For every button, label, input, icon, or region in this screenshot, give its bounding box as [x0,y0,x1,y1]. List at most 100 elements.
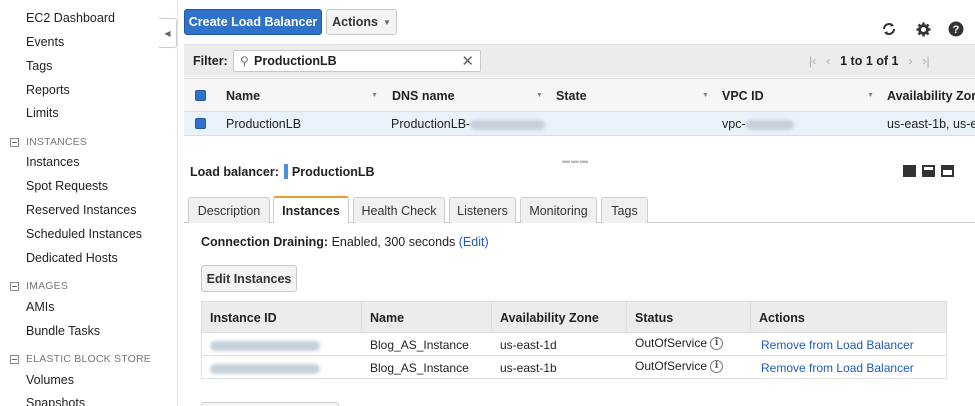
actions-dropdown[interactable]: Actions ▼ [326,9,397,35]
column-separator [750,302,751,334]
details-title-key: Load balancer: [190,164,279,179]
filter-label: Filter: [193,54,228,68]
vpc-prefix: vpc- [722,117,746,131]
sidebar-section-images[interactable]: IMAGES [10,280,68,292]
last-page-icon[interactable]: ›| [922,54,929,68]
connection-draining-label: Connection Draining: [201,235,329,249]
redacted-text [210,340,320,351]
tab-instances[interactable]: Instances [273,196,349,223]
tab-health-check[interactable]: Health Check [353,197,445,223]
details-title: Load balancer: ProductionLB [190,164,375,179]
sort-icon[interactable]: ▼ [702,92,709,99]
column-header-name[interactable]: Name [226,89,260,103]
cell-instance-id [210,361,320,375]
sidebar-section-ebs[interactable]: ELASTIC BLOCK STORE [10,353,151,365]
collapse-toggle-icon[interactable] [10,354,19,364]
edit-connection-draining-link[interactable]: (Edit) [459,235,489,249]
edit-instances-button[interactable]: Edit Instances [201,265,297,292]
cell-vpc-id: vpc- [722,117,794,131]
tab-monitoring[interactable]: Monitoring [520,197,597,223]
tab-tags[interactable]: Tags [601,197,648,223]
select-all-checkbox[interactable] [195,90,206,101]
cell-zone: us-east-1d [500,338,557,352]
create-load-balancer-button[interactable]: Create Load Balancer [184,9,322,35]
cell-instance-id [210,338,320,352]
dns-prefix: ProductionLB- [391,117,471,131]
sidebar-item-volumes[interactable]: Volumes [26,373,74,387]
table-row: Blog_AS_Instance us-east-1b OutOfService… [201,356,947,379]
pagination: |‹ ‹ 1 to 1 of 1 › ›| [804,54,935,68]
column-header-dns-name[interactable]: DNS name [392,89,455,103]
column-header-instance-id: Instance ID [210,311,277,325]
info-icon[interactable]: i [710,360,724,374]
cell-name: Blog_AS_Instance [370,338,469,352]
tab-description[interactable]: Description [188,197,270,223]
load-balancer-table-header: Name ▼ DNS name ▼ State ▼ VPC ID ▼ Avail… [184,78,975,112]
table-row: Blog_AS_Instance us-east-1d OutOfService… [201,333,947,356]
sidebar-item-snapshots[interactable]: Snapshots [26,396,85,406]
sidebar-item-limits[interactable]: Limits [26,106,59,120]
collapse-toggle-icon[interactable] [10,137,19,147]
column-header-availability-zones[interactable]: Availability Zor [887,89,975,103]
split-pane-icon[interactable] [922,165,935,177]
search-icon: ⚲ [240,54,249,68]
sidebar-item-tags[interactable]: Tags [26,59,52,73]
cell-zone: us-east-1b [500,361,557,375]
sidebar-item-reserved-instances[interactable]: Reserved Instances [26,203,136,217]
tab-listeners[interactable]: Listeners [449,197,516,223]
details-title-marker [283,164,288,179]
sort-icon[interactable]: ▼ [371,92,378,99]
remove-from-load-balancer-link[interactable]: Remove from Load Balancer [761,338,914,352]
collapse-toggle-icon[interactable] [10,281,19,291]
status-text: OutOfService [635,336,708,350]
sort-icon[interactable]: ▼ [867,92,874,99]
next-page-icon[interactable]: › [908,54,912,68]
minimize-pane-icon[interactable] [941,165,954,177]
sidebar: EC2 Dashboard Events Tags Reports Limits… [0,0,160,406]
help-icon[interactable]: ? [947,20,965,38]
sidebar-item-events[interactable]: Events [26,35,64,49]
sidebar-item-amis[interactable]: AMIs [26,300,54,314]
sidebar-item-reports[interactable]: Reports [26,83,70,97]
sidebar-item-spot-requests[interactable]: Spot Requests [26,179,108,193]
prev-page-icon[interactable]: ‹ [826,54,830,68]
column-header-vpc-id[interactable]: VPC ID [722,89,764,103]
refresh-icon[interactable] [880,20,898,38]
column-separator [491,302,492,334]
sidebar-section-instances[interactable]: INSTANCES [10,136,87,148]
filter-value[interactable]: ProductionLB [254,54,337,68]
cell-name: Blog_AS_Instance [370,361,469,375]
sidebar-collapse-button[interactable]: ◀ [159,18,177,48]
gear-icon[interactable] [914,20,932,38]
clear-icon[interactable]: ✕ [461,52,474,70]
column-header-status: Status [635,311,674,325]
table-row[interactable]: ProductionLB ProductionLB- vpc- us-east-… [184,112,975,136]
actions-label: Actions [332,15,378,29]
row-checkbox[interactable] [195,118,206,129]
remove-from-load-balancer-link[interactable]: Remove from Load Balancer [761,361,914,375]
cell-availability-zones: us-east-1b, us-e [887,117,975,131]
svg-text:?: ? [953,24,960,36]
redacted-text [210,363,320,374]
column-separator [361,302,362,334]
sidebar-item-dedicated-hosts[interactable]: Dedicated Hosts [26,251,118,265]
filter-input[interactable]: ⚲ ProductionLB ✕ [233,50,481,72]
pane-resize-handle[interactable]: ▬▬▬ [562,156,589,165]
first-page-icon[interactable]: |‹ [809,54,816,68]
sidebar-item-bundle-tasks[interactable]: Bundle Tasks [26,324,100,338]
column-header-state[interactable]: State [556,89,587,103]
maximize-pane-icon[interactable] [903,165,916,177]
caret-left-icon: ◀ [164,28,171,38]
column-header-actions: Actions [759,311,805,325]
sidebar-item-ec2-dashboard[interactable]: EC2 Dashboard [26,11,115,25]
filter-bar: Filter: ⚲ ProductionLB ✕ |‹ ‹ 1 to 1 of … [184,44,975,77]
sidebar-section-title: IMAGES [26,280,69,292]
sidebar-item-instances[interactable]: Instances [26,155,80,169]
sort-icon[interactable]: ▼ [536,92,543,99]
connection-draining-value: Enabled, 300 seconds [331,235,456,249]
page-count: 1 to 1 of 1 [840,54,899,68]
sidebar-item-scheduled-instances[interactable]: Scheduled Instances [26,227,142,241]
cut-off-button[interactable] [201,402,339,406]
info-icon[interactable]: i [710,337,724,351]
cell-dns-name: ProductionLB- [391,117,546,131]
